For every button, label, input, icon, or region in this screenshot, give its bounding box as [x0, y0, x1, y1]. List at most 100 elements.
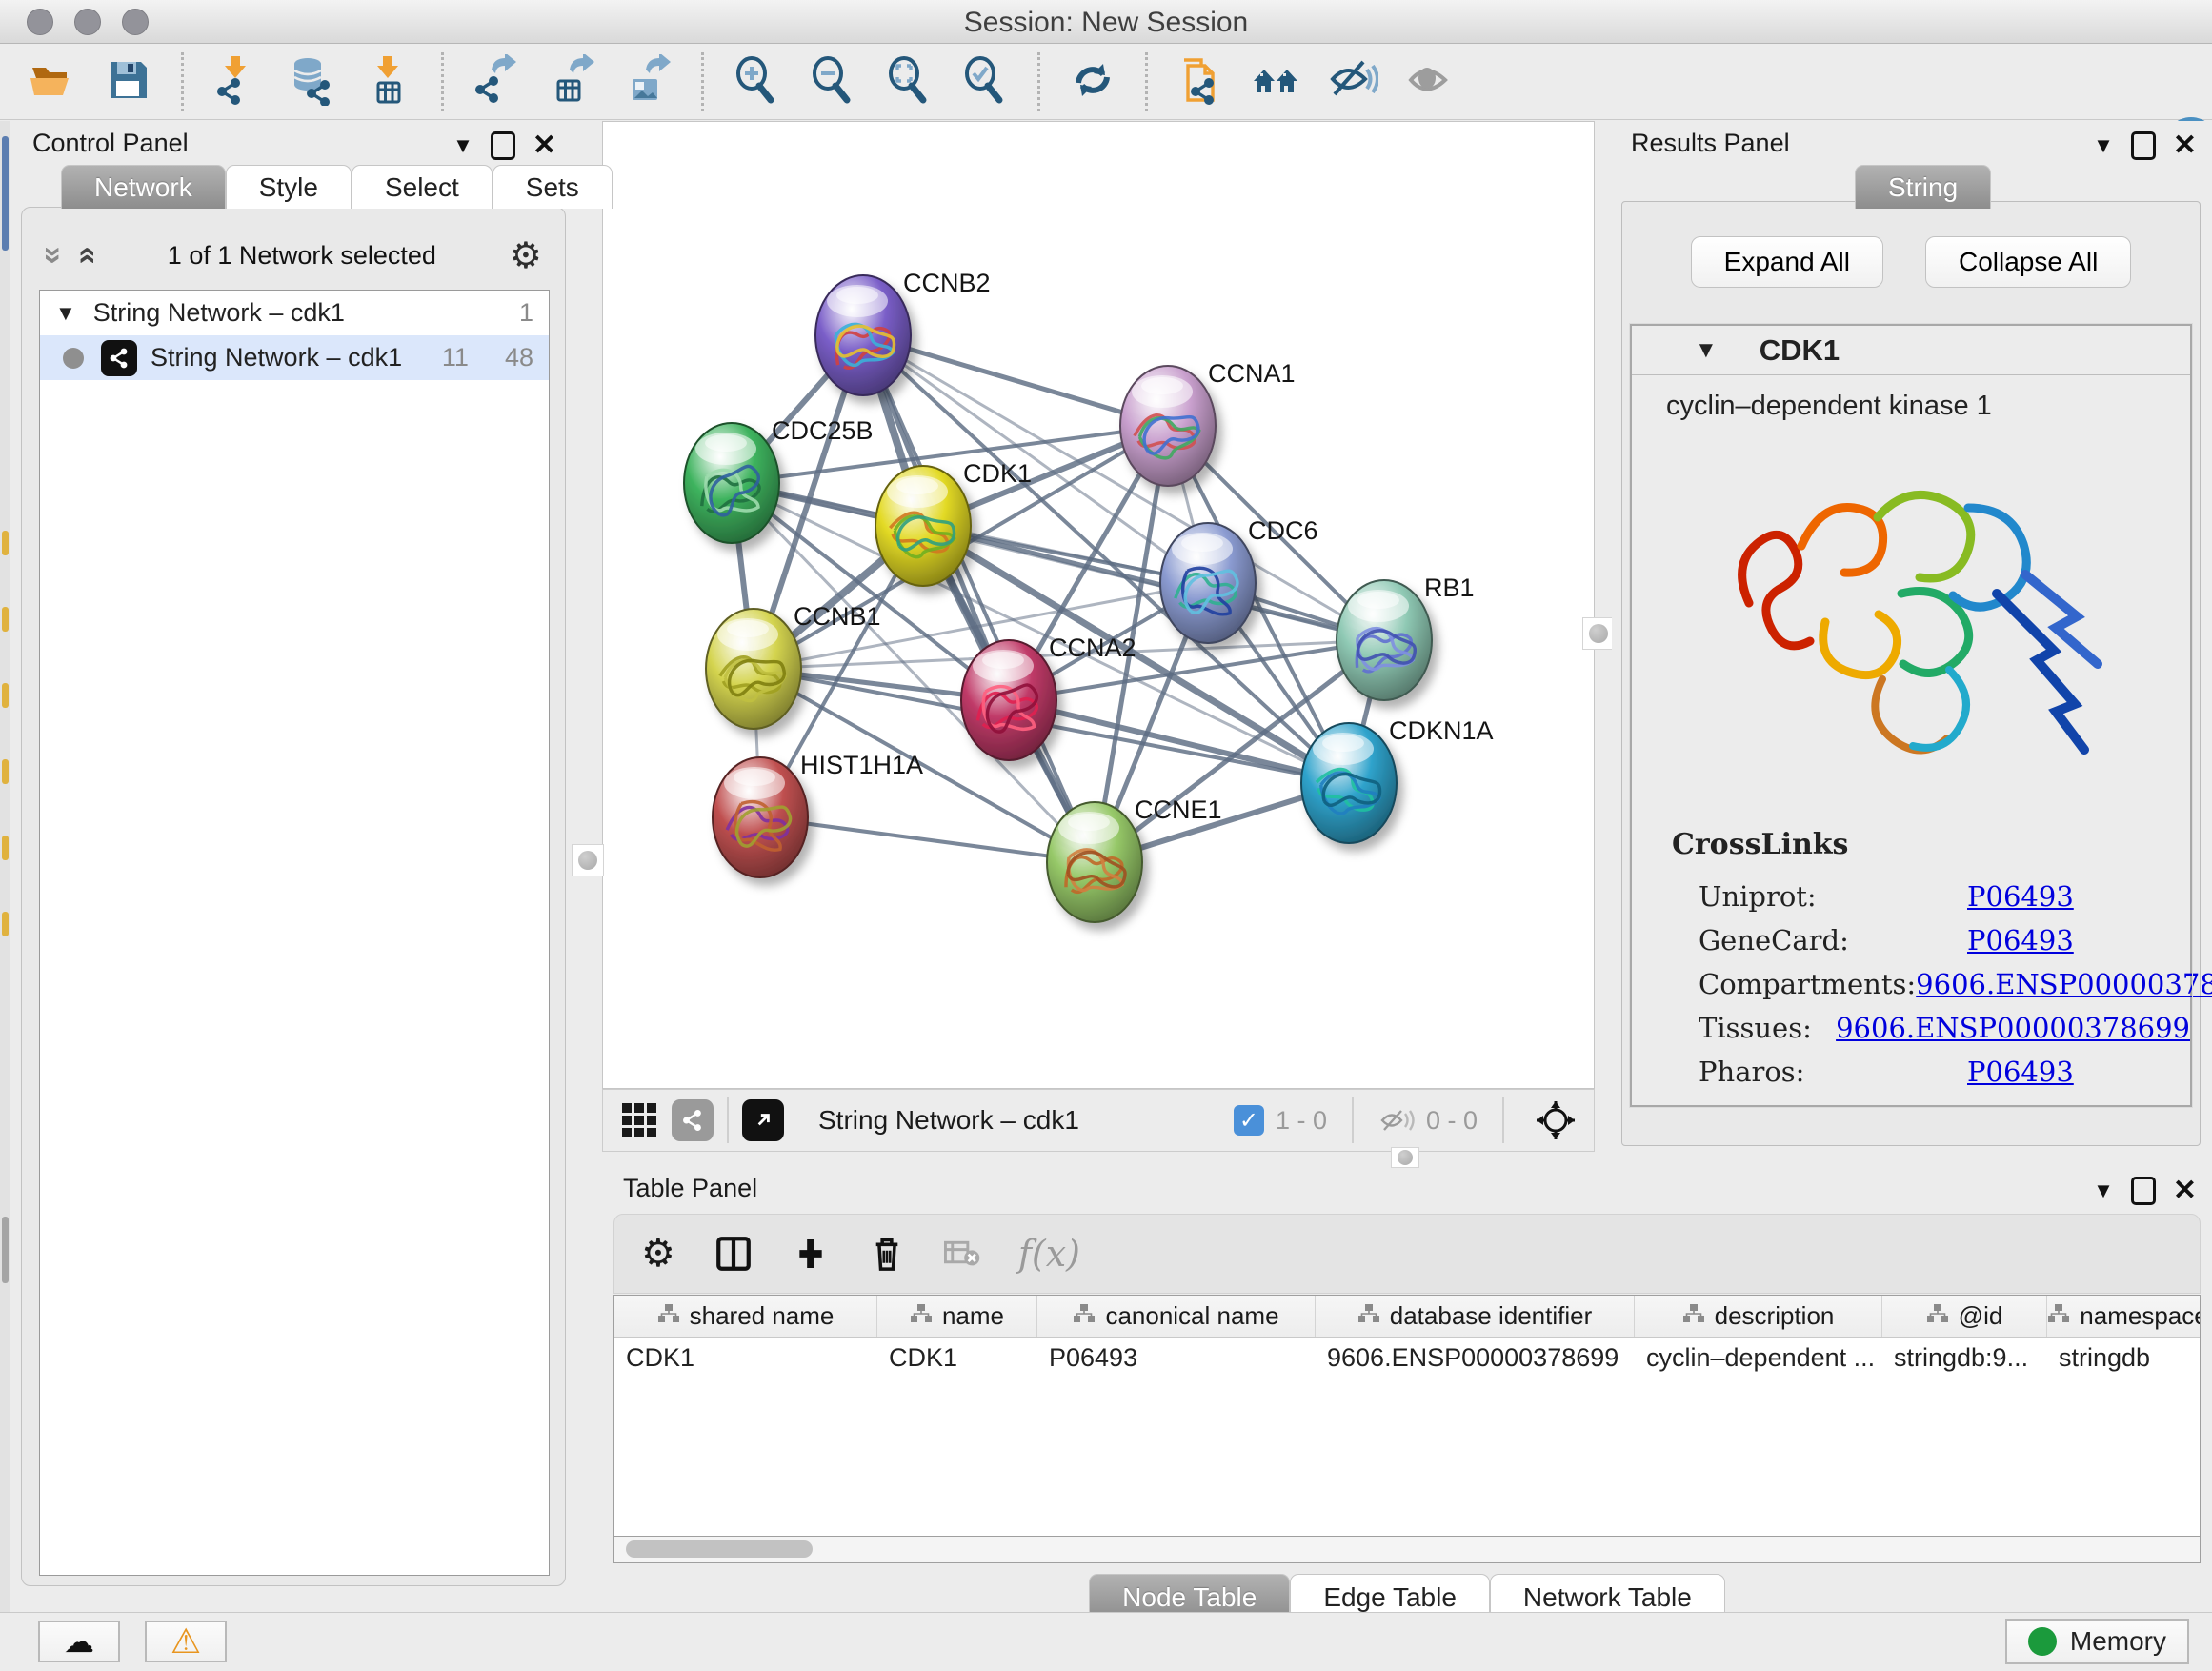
column-header-namespace[interactable]: namespace	[2047, 1296, 2201, 1337]
zoom-selected-button[interactable]	[954, 52, 1016, 111]
node-table[interactable]: shared namenamecanonical namedatabase id…	[613, 1295, 2201, 1537]
import-database-button[interactable]	[281, 52, 344, 111]
table-options-gear-icon[interactable]: ⚙	[641, 1232, 675, 1276]
import-table-button[interactable]	[357, 52, 420, 111]
selected-items-checkbox[interactable]: ✓	[1234, 1105, 1264, 1136]
crosslink-link[interactable]: P06493	[1967, 880, 2074, 913]
export-image-button[interactable]	[617, 52, 680, 111]
table-cell: CDK1	[614, 1338, 877, 1379]
birds-eye-view-icon[interactable]	[622, 1103, 656, 1137]
cloud-status-button[interactable]: ☁	[38, 1621, 120, 1662]
edge-CCNB2-CCNE1[interactable]	[863, 335, 1095, 862]
column-type-icon	[1926, 1301, 1949, 1331]
crosslink-link[interactable]: 9606.ENSP00000378699	[1836, 1012, 2190, 1044]
node-RB1[interactable]: RB1	[1337, 574, 1475, 700]
node-CDKN1A[interactable]: CDKN1A	[1301, 716, 1494, 843]
results-panel-maximize-button[interactable]	[2131, 131, 2156, 160]
node-CCNB2[interactable]: CCNB2	[815, 269, 991, 395]
crosslink-label: Tissues:	[1672, 1012, 1836, 1044]
table-toolbar: ⚙ f(x)	[613, 1214, 2201, 1294]
detach-view-icon[interactable]	[742, 1099, 784, 1141]
table-horizontal-scrollbar[interactable]	[613, 1537, 2201, 1563]
node-CDC25B[interactable]: CDC25B	[684, 416, 874, 543]
collapse-all-button[interactable]: Collapse All	[1925, 236, 2131, 288]
export-network-button[interactable]	[465, 52, 528, 111]
string-results-card: Expand All Collapse All ▼ CDK1 cyclin–de…	[1621, 201, 2201, 1146]
network-tab-card: » » 1 of 1 Network selected ⚙ ▼ String N…	[21, 207, 566, 1586]
new-network-from-selection-button[interactable]	[1169, 52, 1232, 111]
collapse-all-networks-icon[interactable]: »	[37, 247, 70, 265]
node-CDC6[interactable]: CDC6	[1160, 516, 1318, 643]
network-options-gear-icon[interactable]: ⚙	[510, 234, 542, 277]
window-titlebar: Session: New Session	[0, 0, 2212, 44]
expand-all-networks-icon[interactable]: »	[69, 247, 101, 265]
scrollbar-thumb[interactable]	[626, 1540, 813, 1558]
node-CCNE1[interactable]: CCNE1	[1047, 795, 1222, 922]
export-table-button[interactable]	[541, 52, 604, 111]
warnings-button[interactable]: ⚠	[145, 1621, 227, 1662]
cloud-icon: ☁	[64, 1623, 94, 1660]
crosslink-link[interactable]: 9606.ENSP00000378699	[1916, 968, 2212, 1000]
network-overview-icon[interactable]	[672, 1099, 714, 1141]
show-all-button[interactable]	[1398, 52, 1460, 111]
horizontal-splitter-handle[interactable]	[1391, 1147, 1419, 1168]
table-panel-close-button[interactable]: ✕	[2173, 1174, 2197, 1207]
open-session-button[interactable]	[21, 52, 84, 111]
fit-selected-icon[interactable]	[1535, 1099, 1577, 1141]
node-HIST1H1A[interactable]: HIST1H1A	[713, 751, 923, 877]
delete-column-icon[interactable]	[868, 1234, 906, 1274]
left-edge-strip	[0, 121, 10, 1612]
results-panel-float-button[interactable]: ▼	[2093, 133, 2114, 158]
tab-string[interactable]: String	[1855, 165, 1991, 209]
first-neighbors-icon	[1251, 54, 1302, 111]
crosslink-link[interactable]: P06493	[1967, 924, 2074, 956]
column-header-shared-name[interactable]: shared name	[614, 1296, 877, 1337]
crosslink-link[interactable]: P06493	[1967, 1056, 2074, 1088]
column-header-canonical-name[interactable]: canonical name	[1037, 1296, 1316, 1337]
zoom-out-icon	[807, 54, 858, 111]
edge-HIST1H1A-CCNE1[interactable]	[760, 817, 1095, 862]
save-session-button[interactable]	[97, 52, 160, 111]
tab-style[interactable]: Style	[226, 165, 352, 209]
network-canvas[interactable]: CCNB2CCNA1CDC25BCDK1CDC6RB1CCNB1CCNA2CDK…	[602, 121, 1595, 1089]
column-header-name[interactable]: name	[877, 1296, 1037, 1337]
column-header--id[interactable]: @id	[1882, 1296, 2047, 1337]
expand-all-button[interactable]: Expand All	[1691, 236, 1883, 288]
first-neighbors-button[interactable]	[1245, 52, 1308, 111]
table-cell: stringdb:9...	[1882, 1338, 2047, 1379]
column-header-description[interactable]: description	[1635, 1296, 1882, 1337]
column-type-icon	[910, 1301, 933, 1331]
zoom-fit-button[interactable]	[877, 52, 940, 111]
network-row-selected[interactable]: String Network – cdk1 11 48	[40, 335, 549, 380]
table-panel-float-button[interactable]: ▼	[2093, 1178, 2114, 1203]
node-CDK1[interactable]: CDK1	[875, 459, 1032, 586]
table-panel-maximize-button[interactable]	[2131, 1177, 2156, 1205]
tab-network[interactable]: Network	[61, 165, 226, 209]
memory-button[interactable]: Memory	[2005, 1619, 2189, 1664]
collection-expand-icon[interactable]: ▼	[55, 301, 76, 326]
control-panel-float-button[interactable]: ▼	[452, 133, 473, 158]
network-label: String Network – cdk1	[151, 343, 402, 372]
column-header-database-identifier[interactable]: database identifier	[1316, 1296, 1635, 1337]
node-CCNA2[interactable]: CCNA2	[961, 634, 1136, 760]
left-splitter-handle[interactable]	[572, 844, 604, 876]
tab-select[interactable]: Select	[352, 165, 493, 209]
table-row[interactable]: CDK1CDK1P064939606.ENSP00000378699cyclin…	[614, 1338, 2200, 1379]
network-collection-row[interactable]: ▼ String Network – cdk1 1	[40, 291, 549, 335]
gene-header-row[interactable]: ▼ CDK1	[1632, 326, 2190, 375]
control-panel-close-button[interactable]: ✕	[533, 129, 556, 162]
control-panel-maximize-button[interactable]	[491, 131, 515, 160]
gene-collapse-icon[interactable]: ▼	[1695, 337, 1718, 364]
tab-sets[interactable]: Sets	[493, 165, 613, 209]
import-network-button[interactable]	[205, 52, 268, 111]
refresh-button[interactable]	[1061, 52, 1124, 111]
hide-selected-button[interactable]	[1321, 52, 1384, 111]
right-splitter-handle[interactable]	[1582, 617, 1615, 650]
zoom-out-button[interactable]	[801, 52, 864, 111]
node-label-RB1: RB1	[1424, 574, 1475, 602]
gene-description: cyclin–dependent kinase 1	[1632, 375, 2190, 422]
show-columns-icon[interactable]	[714, 1234, 754, 1274]
create-column-icon[interactable]	[792, 1235, 830, 1273]
results-panel-close-button[interactable]: ✕	[2173, 129, 2197, 162]
zoom-in-button[interactable]	[725, 52, 788, 111]
